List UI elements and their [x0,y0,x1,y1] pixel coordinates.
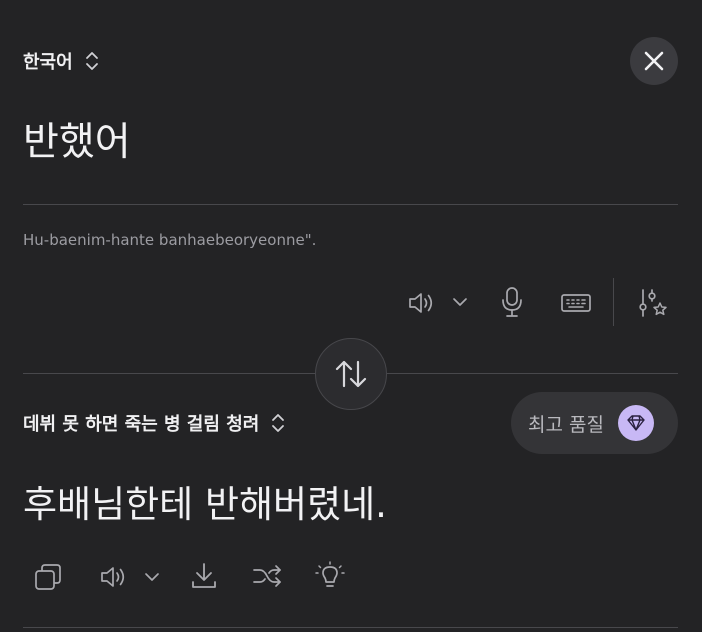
chevron-updown-icon [272,414,285,432]
download-button[interactable] [188,560,220,592]
target-language-label: 데뷔 못 하면 죽는 병 걸림 청려 [23,414,260,435]
copy-icon [35,564,61,590]
lightbulb-icon [315,561,345,587]
speaker-icon [409,293,433,313]
source-divider [23,204,678,205]
sliders-star-icon [639,289,667,317]
target-speaker-button[interactable] [96,563,130,591]
keyboard-button[interactable] [558,290,594,316]
download-icon [192,563,216,588]
bottom-divider [23,627,678,628]
translated-text: 후배님한테 반해버렸네. [23,483,387,526]
copy-button[interactable] [32,561,64,593]
microphone-button[interactable] [496,284,528,320]
quality-mode-button[interactable]: 최고 품질 [511,392,678,454]
close-button[interactable] [630,37,678,85]
source-text-input[interactable]: 반했어 [23,118,131,168]
target-speaker-options[interactable] [142,567,162,587]
source-language-selector[interactable]: 한국어 [23,46,99,76]
translator-panel: 한국어 반했어 Hu-baenim-hante banhaebeoryeonne… [0,0,702,632]
chevron-down-icon [453,298,467,306]
quality-label: 최고 품질 [528,413,604,436]
speaker-icon [101,567,125,587]
diamond-icon [627,415,645,431]
toolbar-separator [613,278,614,326]
alternatives-button[interactable] [250,562,284,590]
translation-settings-button[interactable] [636,286,670,320]
source-language-label: 한국어 [23,52,73,73]
close-icon [644,51,664,71]
chevron-updown-icon [85,52,98,70]
source-speaker-button[interactable] [404,288,438,318]
explain-button[interactable] [314,560,346,592]
microphone-icon [502,287,522,317]
chevron-down-icon [145,573,159,581]
romanization-text: Hu-baenim-hante banhaebeoryeonne". [23,231,317,249]
target-language-selector[interactable]: 데뷔 못 하면 죽는 병 걸림 청려 [23,408,285,438]
swap-languages-button[interactable] [315,338,387,410]
keyboard-icon [561,294,591,312]
shuffle-icon [253,565,281,587]
swap-vertical-icon [335,360,367,388]
source-speaker-options[interactable] [450,292,470,312]
quality-badge [617,405,654,441]
